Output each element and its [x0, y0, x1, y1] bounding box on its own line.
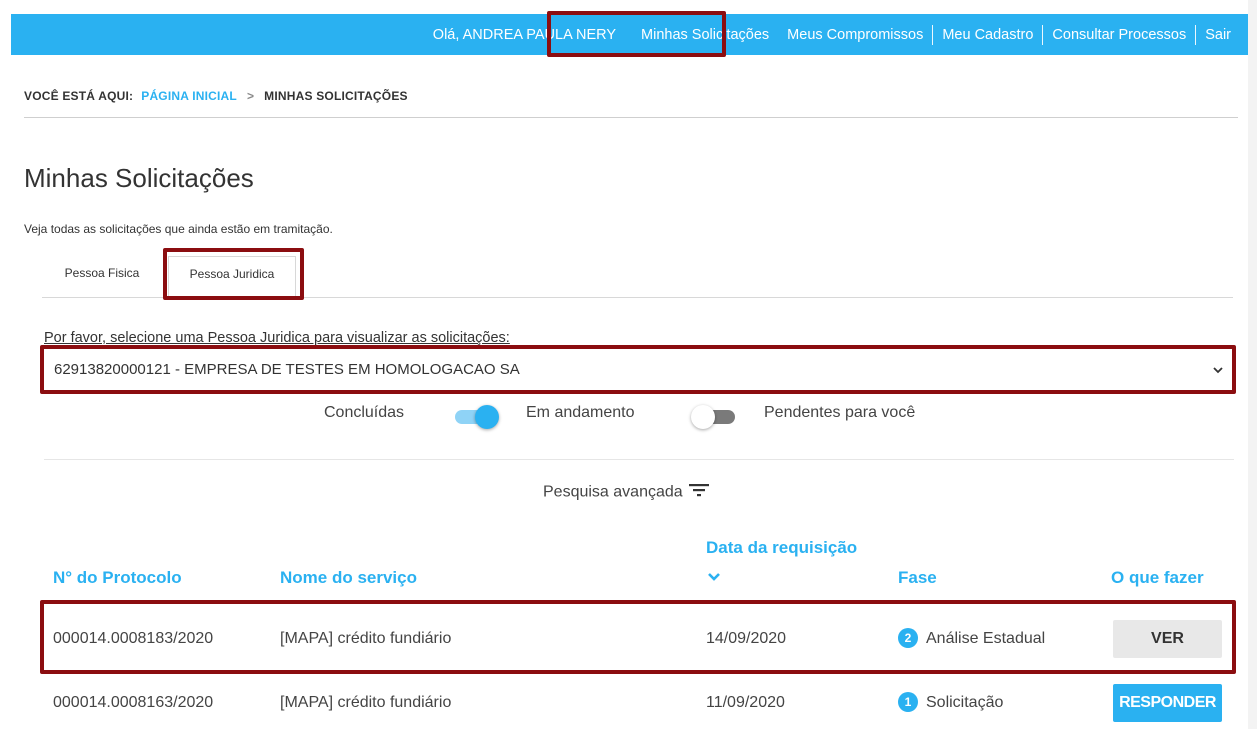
- toggle-switch-2[interactable]: [691, 404, 737, 429]
- advanced-search-label: Pesquisa avançada: [543, 483, 683, 501]
- row-protocol: 000014.0008183/2020: [53, 630, 214, 647]
- filter-em-andamento-label: Em andamento: [526, 404, 635, 421]
- page-subtitle: Veja todas as solicitações que ainda est…: [24, 222, 333, 236]
- chevron-down-icon[interactable]: [706, 566, 722, 591]
- nav-minhas-solicitacoes[interactable]: Minhas Solicitações: [632, 27, 778, 43]
- row-protocol: 000014.0008163/2020: [53, 694, 214, 711]
- column-header-date[interactable]: Data da requisição: [706, 538, 857, 558]
- row-phase: 2 Análise Estadual: [898, 628, 1045, 648]
- column-header-protocol: N° do Protocolo: [53, 568, 182, 587]
- company-select-label: Por favor, selecione uma Pessoa Juridica…: [44, 330, 510, 346]
- page-edge: [1248, 0, 1257, 729]
- person-type-tabs: Pessoa Fisica Pessoa Juridica: [42, 256, 1233, 298]
- filter-icon: [688, 483, 709, 502]
- phase-label: Solicitação: [926, 694, 1004, 711]
- respond-button[interactable]: RESPONDER: [1113, 684, 1222, 722]
- breadcrumb-home-link[interactable]: PÁGINA INICIAL: [141, 89, 237, 103]
- nav-sair[interactable]: Sair: [1196, 27, 1240, 43]
- highlight-box: [40, 600, 1236, 674]
- phase-label: Análise Estadual: [926, 630, 1046, 647]
- row-date: 14/09/2020: [706, 630, 787, 647]
- toggle-switch-1[interactable]: [453, 404, 499, 429]
- filter-pendentes-label: Pendentes para você: [764, 404, 916, 421]
- breadcrumb: VOCÊ ESTÁ AQUI: PÁGINA INICIAL > MINHAS SOL…: [24, 89, 408, 103]
- nav-consultar-processos[interactable]: Consultar Processos: [1043, 27, 1195, 43]
- column-header-service: Nome do serviço: [280, 568, 417, 587]
- page: Olá, ANDREA PAULA NERY Minhas Solicitaçõ…: [0, 0, 1248, 729]
- switch-knob: [691, 405, 715, 429]
- filter-concluidas-label: Concluídas: [324, 404, 405, 421]
- row-date: 11/09/2020: [706, 694, 785, 711]
- row-service: [MAPA] crédito fundiário: [280, 694, 452, 711]
- nav-meus-compromissos[interactable]: Meus Compromissos: [778, 27, 932, 43]
- column-header-action: O que fazer: [1111, 568, 1204, 587]
- tab-pessoa-fisica[interactable]: Pessoa Fisica: [42, 256, 162, 297]
- phase-number-badge: 2: [898, 628, 918, 648]
- tab-pessoa-juridica[interactable]: Pessoa Juridica: [168, 256, 296, 297]
- column-header-phase: Fase: [898, 568, 937, 587]
- row-service: [MAPA] crédito fundiário: [280, 630, 452, 647]
- row-phase: 1 Solicitação: [898, 692, 1003, 712]
- breadcrumb-prefix: VOCÊ ESTÁ AQUI:: [24, 89, 134, 103]
- breadcrumb-current: MINHAS SOLICITAÇÕES: [264, 89, 408, 103]
- phase-number-badge: 1: [898, 692, 918, 712]
- user-greeting: Olá, ANDREA PAULA NERY: [432, 26, 617, 43]
- top-navigation-bar: Olá, ANDREA PAULA NERY Minhas Solicitaçõ…: [11, 14, 1248, 55]
- divider: [44, 459, 1234, 460]
- divider: [24, 117, 1238, 118]
- page-title: Minhas Solicitações: [24, 163, 254, 193]
- nav-divider: [1195, 24, 1197, 45]
- view-button[interactable]: VER: [1113, 620, 1222, 658]
- company-select-value: 62913820000121 - EMPRESA DE TESTES EM HO…: [54, 361, 520, 378]
- nav-meu-cadastro[interactable]: Meu Cadastro: [933, 27, 1042, 43]
- nav-divider: [932, 24, 934, 45]
- breadcrumb-separator: >: [246, 89, 255, 103]
- status-filters: Concluídas Em andamento Pendentes para v…: [0, 400, 1248, 430]
- chevron-down-icon: [1212, 351, 1224, 404]
- user-nav: Olá, ANDREA PAULA NERY Minhas Solicitaçõ…: [424, 14, 1240, 55]
- switch-knob: [475, 405, 499, 429]
- company-select[interactable]: 62913820000121 - EMPRESA DE TESTES EM HO…: [44, 351, 1230, 389]
- advanced-search-toggle[interactable]: Pesquisa avançada: [543, 483, 709, 502]
- nav-divider: [1042, 24, 1044, 45]
